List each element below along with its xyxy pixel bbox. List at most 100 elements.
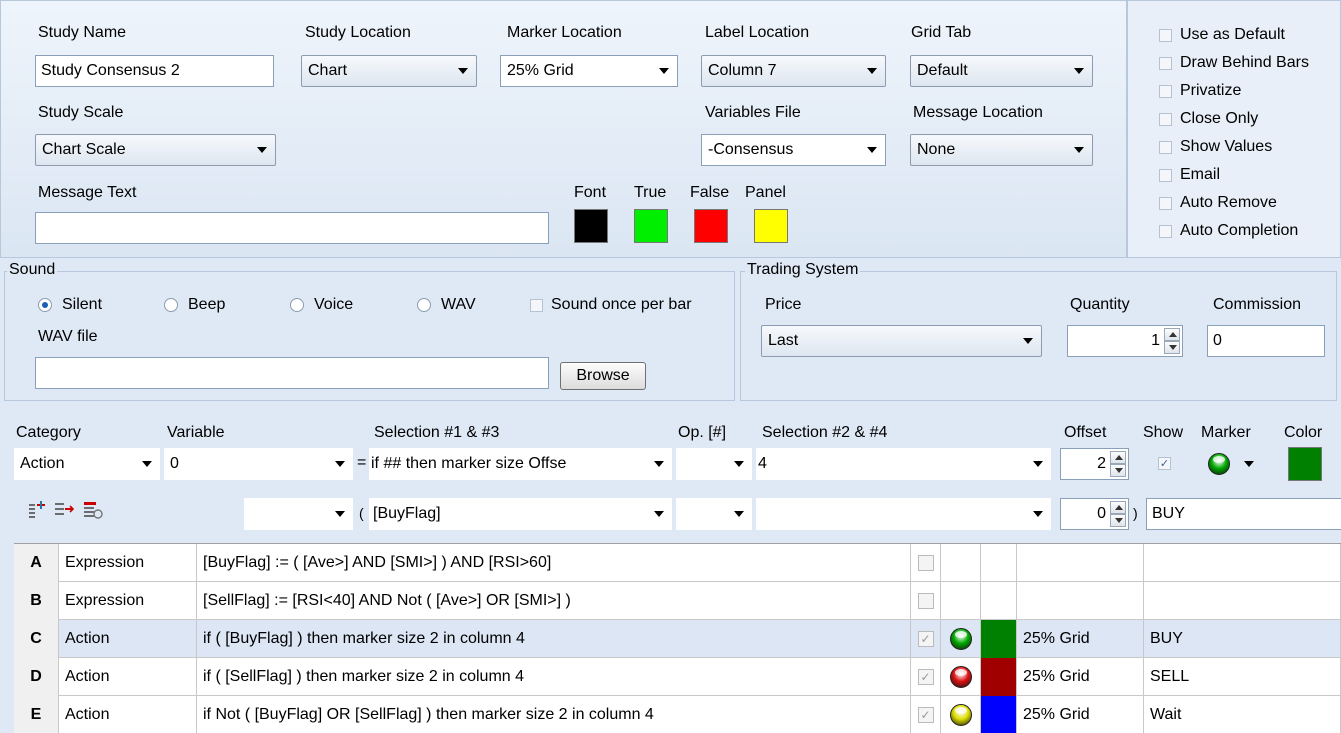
selection-24-header: Selection #2 & #4 [762,424,888,441]
price-label: Price [765,296,802,313]
spin-up-icon[interactable] [1110,451,1126,464]
spin-up-icon[interactable] [1164,328,1180,341]
browse-button[interactable]: Browse [560,362,646,390]
insert-row-icon[interactable] [27,499,49,521]
chevron-down-icon [257,147,267,153]
quantity-stepper[interactable]: 1 [1067,325,1183,357]
row-location: 25% Grid [1017,658,1144,696]
message-location-select[interactable]: None [910,134,1093,166]
study-scale-select[interactable]: Chart Scale [35,134,276,166]
row-type: Expression [59,582,197,620]
marker-location-select[interactable]: 25% Grid [500,55,678,87]
op-header: Op. [#] [678,424,727,441]
marker-select[interactable] [1198,448,1274,480]
chevron-down-icon [1023,338,1033,344]
op2-select[interactable] [676,498,752,530]
delete-row-icon[interactable] [82,499,104,521]
row-show-checkbox[interactable]: ✓ [911,658,941,696]
auto-completion-checkbox[interactable]: Auto Completion [1159,222,1298,240]
spin-down-icon[interactable] [1164,341,1180,354]
close-only-checkbox[interactable]: Close Only [1159,110,1258,128]
spin-down-icon[interactable] [1110,464,1126,477]
table-row[interactable]: A Expression [BuyFlag] := ( [Ave>] AND [SM… [14,544,1341,582]
table-row[interactable]: D Action if ( [SellFlag] ) then marker siz… [14,658,1341,696]
row-show-checkbox[interactable] [911,582,941,620]
beep-radio[interactable]: Beep [164,296,225,314]
selection-4-select[interactable] [756,498,1051,530]
row-show-checkbox[interactable]: ✓ [911,696,941,733]
grid-tab-label: Grid Tab [911,24,972,41]
show-values-checkbox[interactable]: Show Values [1159,138,1272,156]
variable-select[interactable]: 0 [164,448,353,480]
row-id: C [14,620,59,658]
row-show-checkbox[interactable] [911,544,941,582]
marker-ball-icon [1208,453,1230,475]
font-color-swatch[interactable] [574,209,608,243]
spin-up-icon[interactable] [1110,501,1126,514]
true-color-label: True [634,184,667,201]
row-label [1144,544,1341,582]
color-swatch[interactable] [1288,447,1322,481]
selection-3-select[interactable]: [BuyFlag] [369,498,672,530]
label-text-input[interactable]: BUY [1146,498,1341,530]
font-color-label: Font [574,184,607,201]
expression-table: A Expression [BuyFlag] := ( [Ave>] AND [SM… [14,543,1341,733]
category-header: Category [16,424,81,441]
row-formula: [BuyFlag] := ( [Ave>] AND [SMI>] ) AND [… [197,544,911,582]
study-name-input[interactable]: Study Consensus 2 [35,55,274,87]
selection-24-select[interactable]: 4 [756,448,1051,480]
auto-remove-checkbox[interactable]: Auto Remove [1159,194,1277,212]
study-location-select[interactable]: Chart [301,55,477,87]
panel-color-swatch[interactable] [754,209,788,243]
chevron-down-icon [335,461,345,467]
spin-down-icon[interactable] [1110,514,1126,527]
selection-13-select[interactable]: if ## then marker size Offse [369,448,672,480]
marker-header: Marker [1201,424,1251,441]
message-text-input[interactable] [35,212,549,244]
table-row[interactable]: C Action if ( [BuyFlag] ) then marker size… [14,620,1341,658]
price-select[interactable]: Last [761,325,1042,357]
row-label: Wait [1144,696,1341,733]
wav-radio[interactable]: WAV [417,296,476,314]
email-checkbox[interactable]: Email [1159,166,1220,184]
table-row[interactable]: E Action if Not ( [BuyFlag] OR [SellFlag] … [14,696,1341,733]
offset2-stepper[interactable]: 0 [1060,498,1129,530]
false-color-label: False [690,184,730,201]
row-color-swatch [981,544,1017,582]
chevron-down-icon [734,461,744,467]
row-label: BUY [1144,620,1341,658]
row-color-swatch [981,696,1017,733]
op-select[interactable] [676,448,752,480]
row-show-checkbox[interactable]: ✓ [911,620,941,658]
label-location-select[interactable]: Column 7 [701,55,886,87]
variables-file-label: Variables File [705,104,801,121]
open-paren: ( [359,505,364,521]
category-select[interactable]: Action [14,448,160,480]
wav-file-input[interactable] [35,357,549,389]
row-color-swatch [981,620,1017,658]
sound-once-per-bar-checkbox[interactable]: Sound once per bar [530,296,692,314]
show-header: Show [1143,424,1184,441]
table-row[interactable]: B Expression [SellFlag] := [RSI<40] AND No… [14,582,1341,620]
equals-sign: = [357,454,367,471]
chevron-down-icon [654,511,664,517]
grid-tab-select[interactable]: Default [910,55,1093,87]
draw-behind-bars-checkbox[interactable]: Draw Behind Bars [1159,54,1309,72]
row-formula: if ( [SellFlag] ) then marker size 2 in … [197,658,911,696]
offset-stepper[interactable]: 2 [1060,448,1129,480]
silent-radio[interactable]: Silent [38,296,102,314]
voice-radio[interactable]: Voice [290,296,353,314]
commission-input[interactable]: 0 [1207,325,1325,357]
add-row-icon[interactable] [53,499,75,521]
close-paren: ) [1133,505,1138,521]
row-type: Expression [59,544,197,582]
row-formula: if ( [BuyFlag] ) then marker size 2 in c… [197,620,911,658]
true-color-swatch[interactable] [634,209,668,243]
use-as-default-checkbox[interactable]: Use as Default [1159,26,1285,44]
row2-left-select[interactable] [244,498,353,530]
variables-file-select[interactable]: -Consensus [701,134,886,166]
checkmark-icon: ✓ [1158,457,1171,470]
show-checkbox[interactable]: ✓ [1158,457,1179,470]
false-color-swatch[interactable] [694,209,728,243]
privatize-checkbox[interactable]: Privatize [1159,82,1241,100]
